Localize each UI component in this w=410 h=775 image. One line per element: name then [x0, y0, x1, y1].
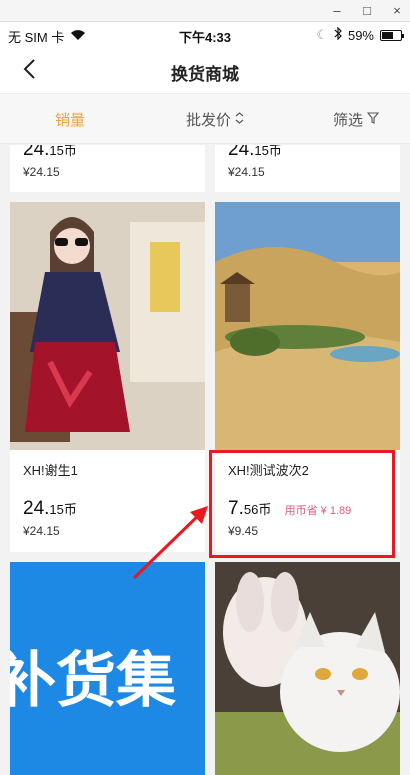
product-original-price: ¥24.15 [23, 524, 60, 538]
product-card[interactable]: 24.15币 ¥24.15 [10, 145, 205, 192]
product-card[interactable]: 24.15币 ¥24.15 [215, 145, 400, 192]
tab-sales-label: 销量 [55, 112, 86, 129]
product-name: XH!谢生1 [23, 463, 78, 478]
battery-percent: 59% [347, 27, 374, 43]
funnel-icon [366, 111, 380, 128]
product-image [215, 562, 400, 775]
product-price: 24.15币 [23, 498, 77, 519]
close-button[interactable]: × [386, 2, 408, 20]
page-title: 换货商城 [171, 65, 239, 84]
filter-bar: 销量 批发价 筛选 [0, 94, 410, 144]
battery-icon [380, 29, 404, 41]
product-price: 24.15币 [23, 145, 77, 160]
highlight-box [209, 450, 395, 558]
product-image [215, 202, 400, 450]
tab-sales[interactable]: 销量 [55, 109, 85, 130]
moon-icon: ☾ [316, 27, 328, 42]
product-image: 补货集 [10, 562, 205, 775]
tab-filter[interactable]: 筛选 [333, 109, 380, 130]
product-original-price: ¥24.15 [23, 165, 60, 179]
tab-price[interactable]: 批发价 [186, 109, 244, 130]
product-original-price: ¥24.15 [228, 165, 265, 179]
arrow-icon [132, 506, 208, 580]
status-bar: 无 SIM 卡 下午4:33 ☾ 59% [0, 22, 410, 48]
product-price: 24.15币 [228, 145, 282, 160]
product-card[interactable] [215, 562, 400, 775]
tab-price-label: 批发价 [186, 112, 232, 129]
product-image [10, 202, 205, 450]
tab-filter-label: 筛选 [333, 112, 364, 129]
sort-updown-icon [235, 111, 244, 128]
bluetooth-icon [334, 26, 342, 43]
nav-bar: 换货商城 [0, 48, 410, 94]
product-card[interactable]: 补货集 [10, 562, 205, 775]
banner-text: 补货集 [10, 647, 176, 714]
minimize-button[interactable]: – [326, 2, 348, 20]
window-title-bar: – □ × [0, 0, 410, 22]
maximize-button[interactable]: □ [356, 2, 378, 20]
